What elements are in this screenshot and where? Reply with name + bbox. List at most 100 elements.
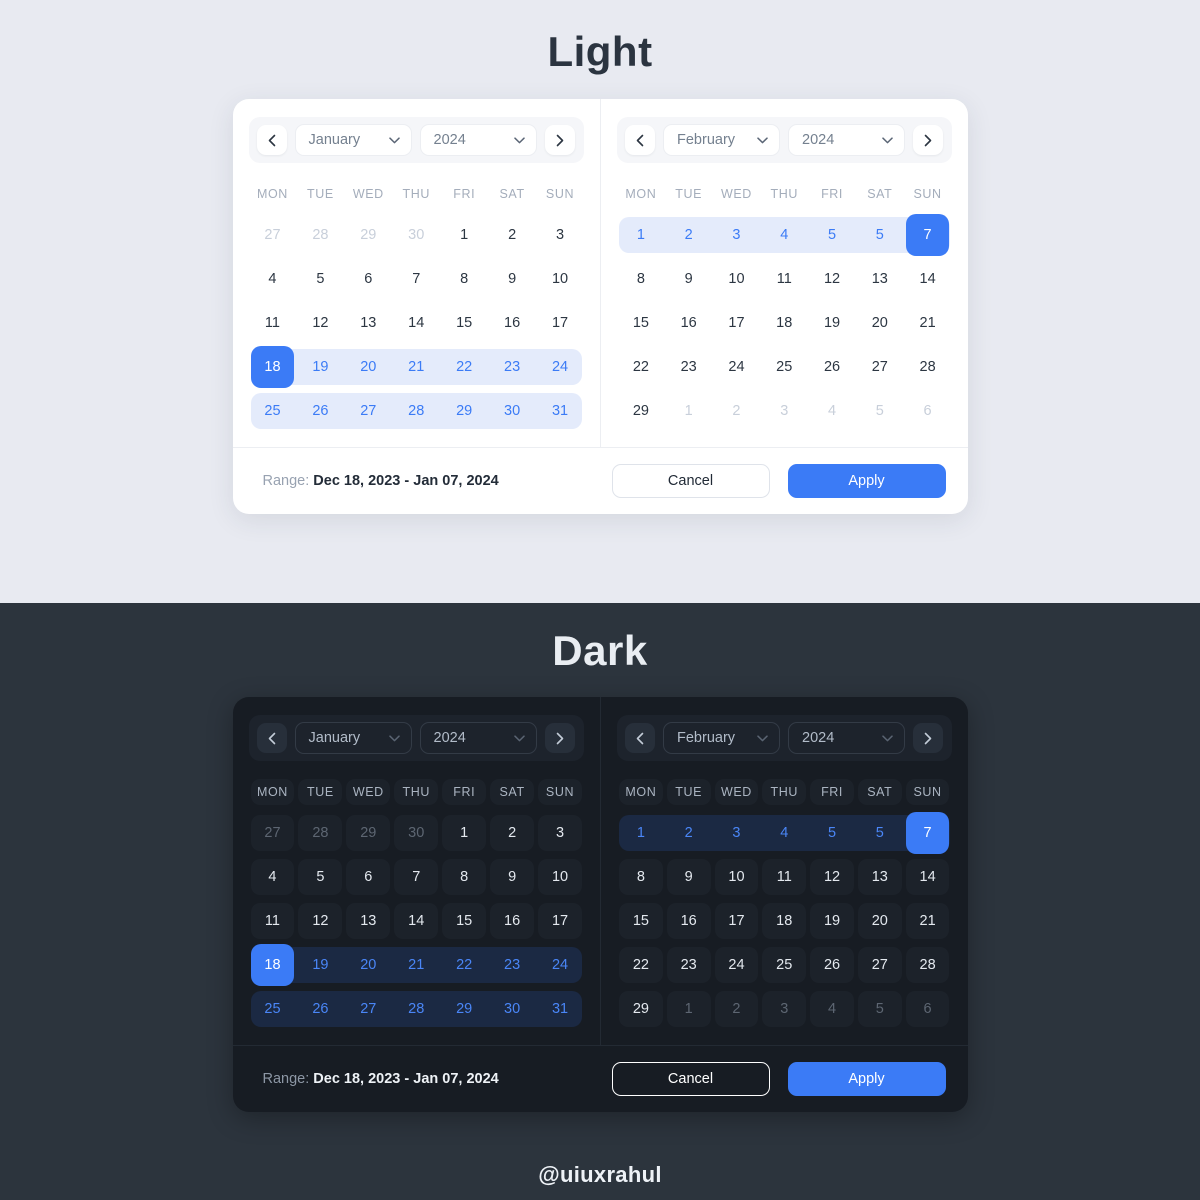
chevron-right-button[interactable] [913, 723, 943, 753]
day-cell[interactable]: 16 [488, 903, 536, 939]
day-cell[interactable]: 3 [536, 815, 584, 851]
apply-button[interactable]: Apply [787, 464, 946, 498]
day-cell[interactable]: 19 [808, 903, 856, 939]
year-select[interactable]: 2024 [788, 124, 905, 156]
day-cell[interactable]: 14 [392, 903, 440, 939]
month-select[interactable]: February [663, 722, 780, 754]
day-cell[interactable]: 22 [617, 349, 665, 385]
apply-button[interactable]: Apply [787, 1062, 946, 1096]
day-cell[interactable]: 27 [344, 991, 392, 1027]
day-cell[interactable]: 20 [344, 947, 392, 983]
day-cell[interactable]: 12 [296, 305, 344, 341]
day-cell[interactable]: 12 [296, 903, 344, 939]
day-cell[interactable]: 19 [296, 349, 344, 385]
day-cell[interactable]: 13 [856, 261, 904, 297]
day-cell[interactable]: 4 [808, 393, 856, 429]
day-cell[interactable]: 7 [392, 261, 440, 297]
day-cell[interactable]: 11 [760, 859, 808, 895]
day-cell[interactable]: 3 [536, 217, 584, 253]
day-cell[interactable]: 20 [856, 903, 904, 939]
day-cell[interactable]: 27 [856, 349, 904, 385]
day-cell[interactable]: 3 [713, 217, 761, 253]
day-cell[interactable]: 5 [808, 815, 856, 851]
day-cell[interactable]: 9 [665, 859, 713, 895]
day-cell[interactable]: 7 [904, 214, 952, 256]
day-cell[interactable]: 6 [904, 991, 952, 1027]
day-cell[interactable]: 8 [617, 859, 665, 895]
day-cell[interactable]: 4 [760, 217, 808, 253]
day-cell[interactable]: 26 [296, 393, 344, 429]
day-cell[interactable]: 3 [760, 393, 808, 429]
day-cell[interactable]: 13 [344, 903, 392, 939]
cancel-button[interactable]: Cancel [611, 1062, 770, 1096]
day-cell[interactable]: 2 [713, 393, 761, 429]
day-cell[interactable]: 30 [392, 217, 440, 253]
day-cell[interactable]: 24 [536, 947, 584, 983]
day-cell[interactable]: 28 [904, 947, 952, 983]
day-cell[interactable]: 21 [904, 305, 952, 341]
day-cell[interactable]: 8 [617, 261, 665, 297]
day-cell[interactable]: 13 [344, 305, 392, 341]
day-cell[interactable]: 4 [808, 991, 856, 1027]
chevron-left-button[interactable] [625, 125, 655, 155]
year-select[interactable]: 2024 [788, 722, 905, 754]
day-cell[interactable]: 1 [665, 991, 713, 1027]
day-cell[interactable]: 23 [488, 947, 536, 983]
day-cell[interactable]: 1 [617, 217, 665, 253]
day-cell[interactable]: 22 [440, 947, 488, 983]
day-cell[interactable]: 15 [440, 305, 488, 341]
chevron-left-button[interactable] [256, 125, 287, 155]
day-cell[interactable]: 5 [296, 859, 344, 895]
day-cell[interactable]: 7 [392, 859, 440, 895]
day-cell[interactable]: 3 [760, 991, 808, 1027]
day-cell[interactable]: 2 [665, 815, 713, 851]
day-cell[interactable]: 2 [713, 991, 761, 1027]
day-cell[interactable]: 4 [249, 859, 297, 895]
day-cell[interactable]: 16 [665, 305, 713, 341]
day-cell[interactable]: 27 [249, 217, 297, 253]
day-cell[interactable]: 5 [856, 217, 904, 253]
day-cell[interactable]: 10 [536, 859, 584, 895]
day-cell[interactable]: 6 [344, 859, 392, 895]
day-cell[interactable]: 11 [760, 261, 808, 297]
day-cell[interactable]: 17 [536, 305, 584, 341]
day-cell[interactable]: 5 [856, 815, 904, 851]
day-cell[interactable]: 11 [249, 903, 297, 939]
day-cell[interactable]: 1 [617, 815, 665, 851]
chevron-right-button[interactable] [544, 125, 575, 155]
chevron-right-button[interactable] [913, 125, 943, 155]
day-cell[interactable]: 31 [536, 393, 584, 429]
day-cell[interactable]: 9 [488, 859, 536, 895]
day-cell[interactable]: 30 [392, 815, 440, 851]
day-cell[interactable]: 4 [249, 261, 297, 297]
day-cell[interactable]: 26 [296, 991, 344, 1027]
day-cell[interactable]: 29 [344, 217, 392, 253]
day-cell[interactable]: 21 [904, 903, 952, 939]
day-cell[interactable]: 22 [617, 947, 665, 983]
day-cell[interactable]: 17 [713, 903, 761, 939]
day-cell[interactable]: 31 [536, 991, 584, 1027]
day-cell[interactable]: 1 [440, 217, 488, 253]
day-cell[interactable]: 27 [344, 393, 392, 429]
month-select[interactable]: February [663, 124, 780, 156]
day-cell[interactable]: 5 [296, 261, 344, 297]
day-cell[interactable]: 28 [392, 393, 440, 429]
day-cell[interactable]: 10 [536, 261, 584, 297]
day-cell[interactable]: 24 [536, 349, 584, 385]
day-cell[interactable]: 28 [392, 991, 440, 1027]
day-cell[interactable]: 3 [713, 815, 761, 851]
day-cell[interactable]: 6 [344, 261, 392, 297]
day-cell[interactable]: 26 [808, 349, 856, 385]
day-cell[interactable]: 21 [392, 947, 440, 983]
day-cell[interactable]: 8 [440, 859, 488, 895]
day-cell[interactable]: 16 [665, 903, 713, 939]
day-cell[interactable]: 13 [856, 859, 904, 895]
chevron-left-button[interactable] [625, 723, 655, 753]
year-select[interactable]: 2024 [419, 722, 537, 754]
day-cell[interactable]: 2 [665, 217, 713, 253]
day-cell[interactable]: 11 [249, 305, 297, 341]
day-cell[interactable]: 19 [296, 947, 344, 983]
day-cell[interactable]: 30 [488, 393, 536, 429]
chevron-right-button[interactable] [544, 723, 575, 753]
day-cell[interactable]: 15 [617, 903, 665, 939]
